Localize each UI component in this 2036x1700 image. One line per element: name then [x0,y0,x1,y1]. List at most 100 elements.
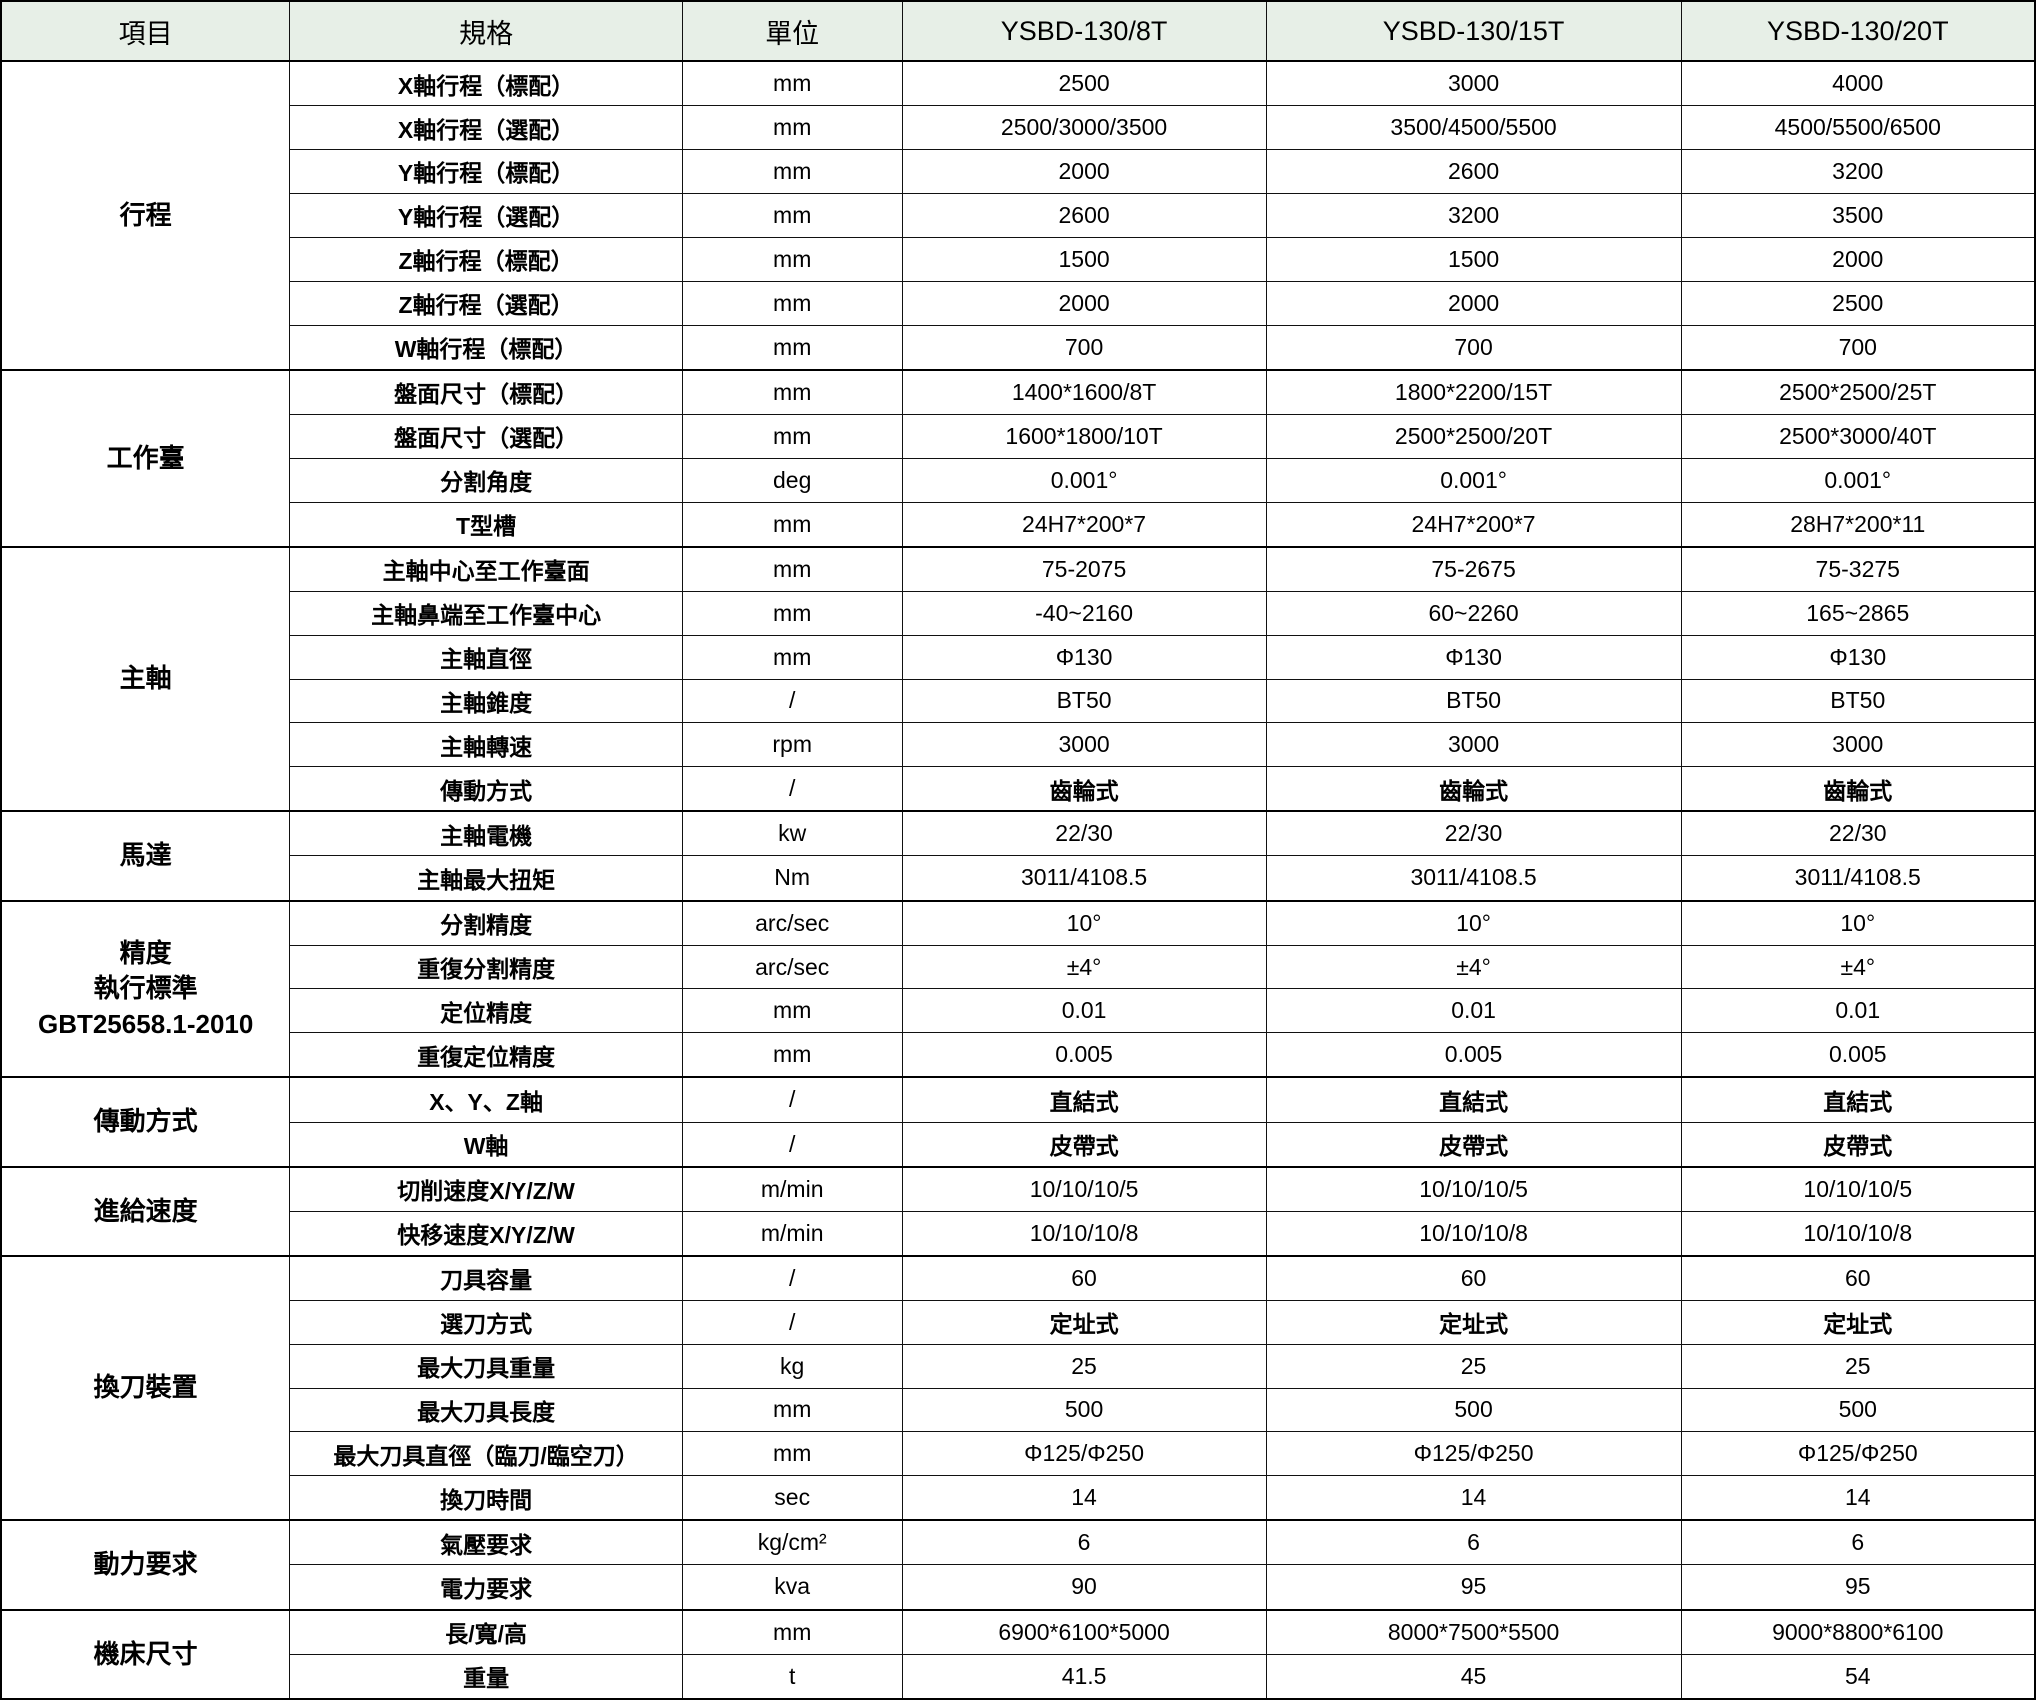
value-cell: 直結式 [902,1077,1266,1122]
table-row: 定位精度mm0.010.010.01 [1,989,2035,1033]
value-cell: 45 [1266,1654,1681,1699]
table-row: 分割角度deg0.001°0.001°0.001° [1,458,2035,502]
table-row: 機床尺寸長/寬/高mm6900*6100*50008000*7500*55009… [1,1610,2035,1655]
value-cell: 9000*8800*6100 [1681,1610,2035,1655]
table-row: 傳動方式/齒輪式齒輪式齒輪式 [1,767,2035,812]
value-cell: BT50 [1681,679,2035,723]
value-cell: Φ125/Φ250 [1266,1432,1681,1476]
unit-cell: mm [682,370,902,415]
spec-label-cell: X軸行程（標配） [290,61,683,106]
spec-label-cell: Y軸行程（標配） [290,149,683,193]
value-cell: 0.001° [1266,458,1681,502]
machine-spec-sheet: 項目 規格 單位 YSBD-130/8T YSBD-130/15T YSBD-1… [0,0,2036,1700]
value-cell: 1600*1800/10T [902,414,1266,458]
value-cell: ±4° [1681,945,2035,989]
value-cell: 6900*6100*5000 [902,1610,1266,1655]
value-cell: 10/10/10/5 [1681,1167,2035,1212]
spec-label-cell: 主軸最大扭矩 [290,856,683,901]
unit-cell: t [682,1654,902,1699]
value-cell: 90 [902,1565,1266,1610]
unit-cell: mm [682,547,902,592]
spec-label-cell: 重復定位精度 [290,1033,683,1078]
value-cell: 500 [1681,1388,2035,1432]
value-cell: 6 [902,1520,1266,1565]
table-row: 盤面尺寸（選配）mm1600*1800/10T2500*2500/20T2500… [1,414,2035,458]
table-row: 換刀時間sec141414 [1,1476,2035,1521]
table-row: 主軸錐度/BT50BT50BT50 [1,679,2035,723]
value-cell: 皮帶式 [1266,1122,1681,1167]
value-cell: -40~2160 [902,591,1266,635]
spec-label-cell: 氣壓要求 [290,1520,683,1565]
value-cell: 14 [1681,1476,2035,1521]
value-cell: 75-2075 [902,547,1266,592]
unit-cell: mm [682,281,902,325]
table-row: X軸行程（選配）mm2500/3000/35003500/4500/550045… [1,106,2035,150]
spec-table-body: 行程X軸行程（標配）mm250030004000X軸行程（選配）mm2500/3… [1,61,2035,1699]
item-group-label: 傳動方式 [1,1077,290,1166]
value-cell: 1400*1600/8T [902,370,1266,415]
value-cell: 2500/3000/3500 [902,106,1266,150]
spec-label-cell: 主軸錐度 [290,679,683,723]
value-cell: 皮帶式 [1681,1122,2035,1167]
table-row: 主軸最大扭矩Nm3011/4108.53011/4108.53011/4108.… [1,856,2035,901]
value-cell: 2000 [1266,281,1681,325]
spec-label-cell: 主軸直徑 [290,635,683,679]
column-header-item: 項目 [1,1,290,61]
value-cell: 10/10/10/8 [902,1211,1266,1256]
spec-label-cell: X、Y、Z軸 [290,1077,683,1122]
unit-cell: kg/cm² [682,1520,902,1565]
column-header-unit: 單位 [682,1,902,61]
value-cell: 10° [902,901,1266,946]
unit-cell: mm [682,1610,902,1655]
spec-label-cell: Z軸行程（標配） [290,237,683,281]
value-cell: 2000 [1681,237,2035,281]
value-cell: 2500 [1681,281,2035,325]
value-cell: 1500 [902,237,1266,281]
table-row: 馬達主軸電機kw22/3022/3022/30 [1,811,2035,856]
value-cell: 3200 [1266,193,1681,237]
value-cell: 齒輪式 [1266,767,1681,812]
value-cell: 700 [1266,325,1681,370]
table-row: 選刀方式/定址式定址式定址式 [1,1300,2035,1344]
value-cell: 75-2675 [1266,547,1681,592]
value-cell: 3500/4500/5500 [1266,106,1681,150]
table-row: W軸/皮帶式皮帶式皮帶式 [1,1122,2035,1167]
value-cell: 3011/4108.5 [1681,856,2035,901]
value-cell: 6 [1681,1520,2035,1565]
spec-label-cell: 主軸電機 [290,811,683,856]
value-cell: Φ130 [902,635,1266,679]
unit-cell: mm [682,106,902,150]
value-cell: 10/10/10/5 [902,1167,1266,1212]
value-cell: 3500 [1681,193,2035,237]
table-row: 工作臺盤面尺寸（標配）mm1400*1600/8T1800*2200/15T25… [1,370,2035,415]
table-row: 重量t41.54554 [1,1654,2035,1699]
value-cell: 1500 [1266,237,1681,281]
value-cell: 2500*2500/25T [1681,370,2035,415]
value-cell: 定址式 [902,1300,1266,1344]
item-group-label: 馬達 [1,811,290,900]
spec-label-cell: 重量 [290,1654,683,1699]
value-cell: Φ125/Φ250 [1681,1432,2035,1476]
value-cell: Φ125/Φ250 [902,1432,1266,1476]
spec-label-cell: 最大刀具長度 [290,1388,683,1432]
value-cell: ±4° [1266,945,1681,989]
table-row: 電力要求kva909595 [1,1565,2035,1610]
unit-cell: kva [682,1565,902,1610]
value-cell: 14 [1266,1476,1681,1521]
value-cell: 25 [1266,1344,1681,1388]
value-cell: 25 [1681,1344,2035,1388]
value-cell: 3000 [1266,723,1681,767]
value-cell: 500 [902,1388,1266,1432]
value-cell: 10/10/10/8 [1681,1211,2035,1256]
table-row: 主軸主軸中心至工作臺面mm75-207575-267575-3275 [1,547,2035,592]
value-cell: 4500/5500/6500 [1681,106,2035,150]
spec-label-cell: T型槽 [290,502,683,547]
spec-label-cell: 主軸鼻端至工作臺中心 [290,591,683,635]
item-group-label: 換刀裝置 [1,1256,290,1521]
item-group-label: 進給速度 [1,1167,290,1256]
column-header-model-8t: YSBD-130/8T [902,1,1266,61]
spec-label-cell: W軸行程（標配） [290,325,683,370]
value-cell: 60 [902,1256,1266,1301]
value-cell: 1800*2200/15T [1266,370,1681,415]
value-cell: 41.5 [902,1654,1266,1699]
